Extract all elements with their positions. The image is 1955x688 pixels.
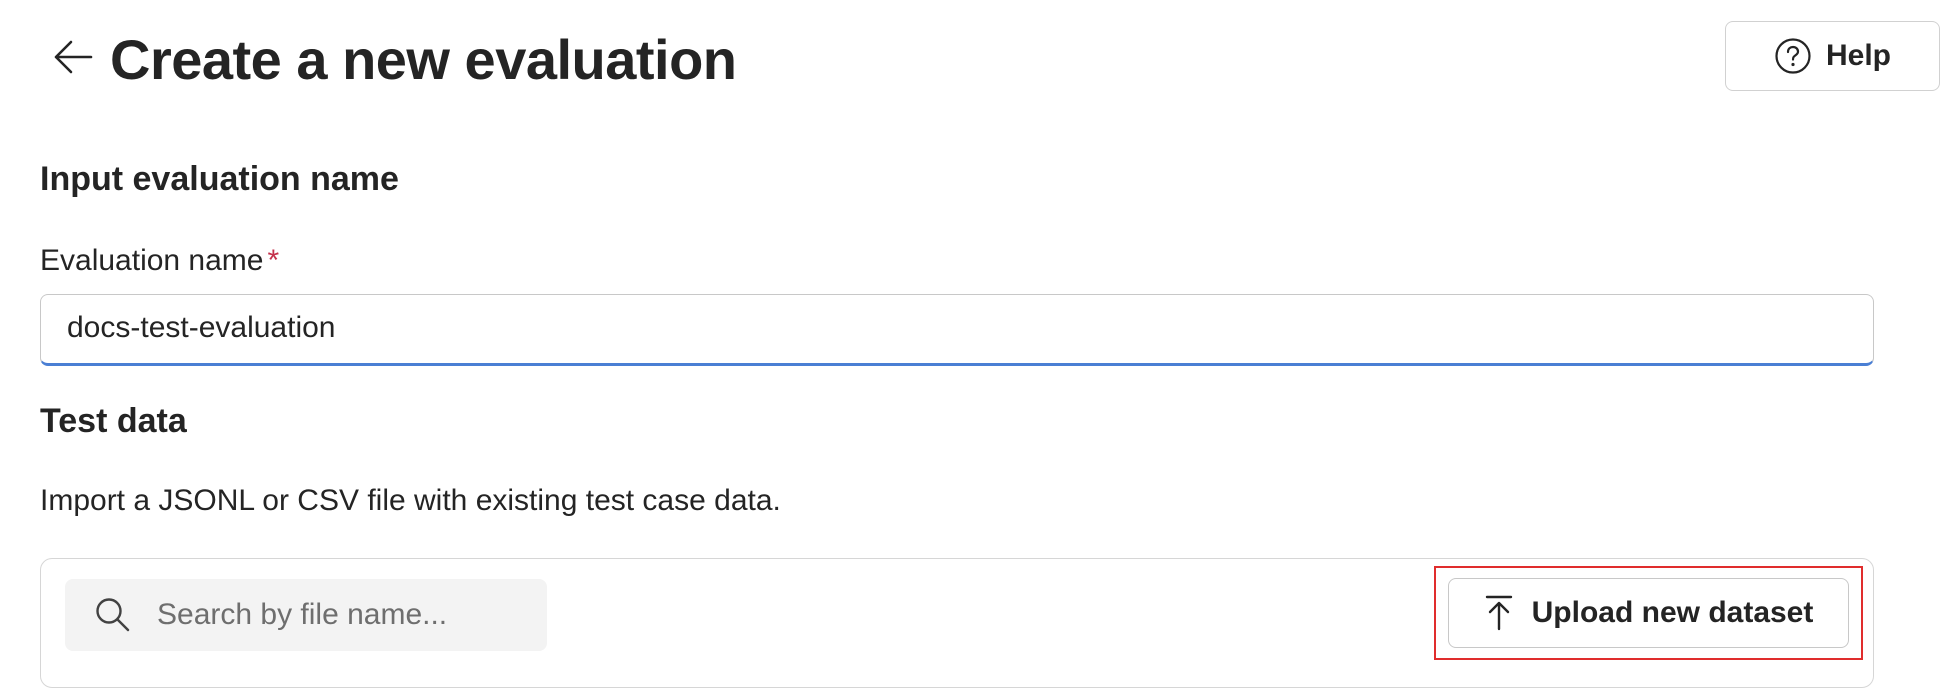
arrow-upload-icon — [1485, 595, 1512, 631]
evaluation-name-field[interactable] — [40, 294, 1874, 366]
back-button[interactable] — [48, 32, 98, 82]
required-marker: * — [267, 244, 280, 277]
evaluation-name-label: Evaluation name * — [40, 244, 279, 278]
arrow-left-icon — [54, 40, 93, 74]
search-icon — [96, 598, 130, 632]
section-heading-evaluation-name: Input evaluation name — [40, 160, 399, 198]
upload-new-dataset-button[interactable]: Upload new dataset — [1448, 578, 1849, 648]
evaluation-name-label-text: Evaluation name — [40, 244, 264, 277]
page-title: Create a new evaluation — [110, 28, 737, 91]
test-data-description: Import a JSONL or CSV file with existing… — [40, 484, 781, 517]
upload-button-label: Upload new dataset — [1531, 596, 1814, 629]
search-input[interactable] — [157, 579, 527, 651]
section-heading-test-data: Test data — [40, 402, 187, 440]
question-circle-icon — [1775, 38, 1811, 74]
evaluation-name-input[interactable] — [67, 295, 1847, 361]
page-header: Create a new evaluation Help — [0, 0, 1955, 120]
help-button-label: Help — [1825, 39, 1891, 72]
search-box[interactable] — [65, 579, 547, 651]
help-button[interactable]: Help — [1725, 21, 1940, 91]
